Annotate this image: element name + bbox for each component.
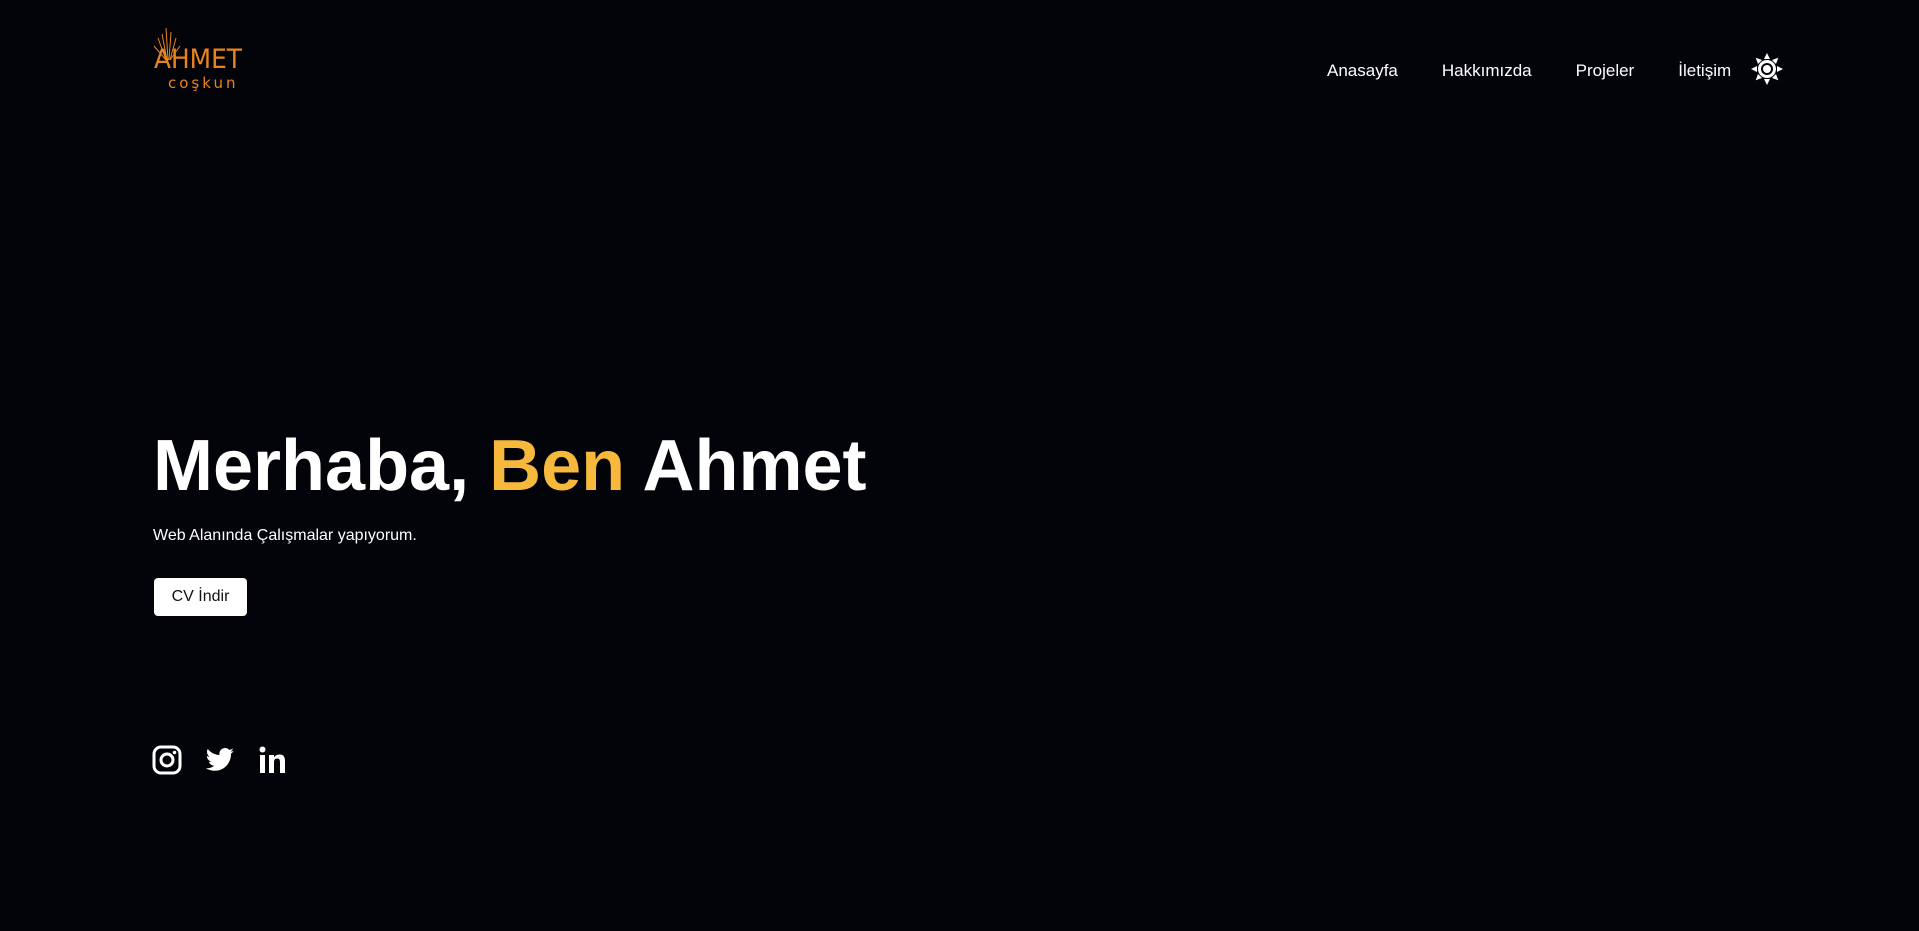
twitter-icon[interactable] <box>204 745 236 775</box>
nav-item-anasayfa[interactable]: Anasayfa <box>1327 61 1398 81</box>
instagram-icon[interactable] <box>152 745 182 775</box>
nav-item-hakkimizda[interactable]: Hakkımızda <box>1442 61 1532 81</box>
logo-subtitle: coşkun <box>168 74 239 92</box>
hero-title-accent: Ben <box>489 426 626 506</box>
hero-subtitle: Web Alanında Çalışmalar yapıyorum. <box>153 527 417 544</box>
hero-title: Merhaba, Ben Ahmet <box>153 425 867 507</box>
hero-title-greeting: Merhaba, <box>153 426 470 506</box>
logo[interactable]: AHMET coşkun <box>150 24 260 96</box>
nav-item-iletisim[interactable]: İletişim <box>1678 61 1731 81</box>
sun-icon[interactable] <box>1751 53 1784 85</box>
page: AHMET coşkun Anasayfa Hakkımızda Projele… <box>0 0 1919 931</box>
nav-item-projeler[interactable]: Projeler <box>1576 61 1635 81</box>
logo-wordmark: AHMET <box>154 44 242 75</box>
download-cv-button[interactable]: CV İndir <box>154 578 247 616</box>
social-links <box>152 745 310 775</box>
main-nav: Anasayfa Hakkımızda Projeler İletişim <box>1327 53 1784 85</box>
linkedin-icon[interactable] <box>258 745 288 775</box>
hero-title-name: Ahmet <box>642 426 867 506</box>
